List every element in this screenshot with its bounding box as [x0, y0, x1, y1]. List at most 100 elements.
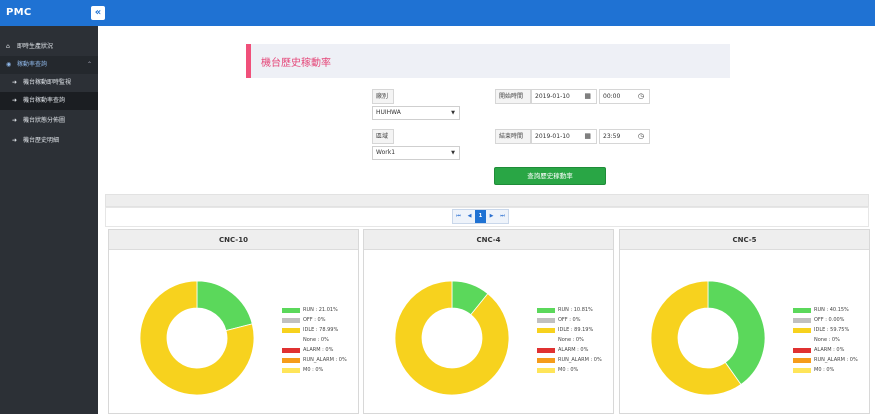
start-time-value: 00:00: [603, 93, 621, 100]
legend-label: None : 0%: [303, 337, 329, 343]
query-history-button[interactable]: 查詢歷史稼動率: [494, 167, 606, 185]
sidebar-group-utilization[interactable]: ◉ 稼動率查詢 ⌃: [0, 56, 98, 74]
legend-item-alarm[interactable]: ALARM : 0%: [282, 346, 347, 356]
signin-icon: ➜: [12, 137, 18, 144]
legend-label: RUN_ALARM : 0%: [303, 357, 347, 363]
legend-label: RUN_ALARM : 0%: [814, 357, 858, 363]
legend-item-run[interactable]: RUN : 21.01%: [282, 306, 347, 316]
chart-legend: RUN : 10.81% OFF : 0% IDLE : 89.19% None : …: [537, 306, 602, 376]
legend-item-run-alarm[interactable]: RUN_ALARM : 0%: [793, 356, 858, 366]
dropdown-arrow-icon: ▼: [451, 150, 455, 156]
results-header-strip: [105, 194, 869, 207]
legend-item-none[interactable]: None : 0%: [282, 336, 347, 346]
legend-label: M0 : 0%: [303, 367, 324, 373]
legend-item-m0[interactable]: M0 : 0%: [282, 366, 347, 376]
legend-swatch: [282, 328, 300, 333]
legend-item-idle[interactable]: IDLE : 78.99%: [282, 326, 347, 336]
legend-label: IDLE : 78.99%: [303, 327, 339, 333]
legend-swatch: [793, 308, 811, 313]
legend-item-off[interactable]: OFF : 0%: [282, 316, 347, 326]
sidebar-item-label: 機台歷史明細: [23, 137, 60, 144]
home-icon: ⌂: [6, 43, 10, 50]
legend-item-idle[interactable]: IDLE : 89.19%: [537, 326, 602, 336]
legend-item-run-alarm[interactable]: RUN_ALARM : 0%: [282, 356, 347, 366]
eye-icon: ◉: [6, 61, 12, 68]
legend-swatch: [282, 348, 300, 353]
sidebar-item-history-detail[interactable]: ➜ 機台歷史明細: [0, 132, 98, 150]
legend-label: IDLE : 59.75%: [814, 327, 850, 333]
slice-idle[interactable]: [394, 280, 510, 396]
dropdown-arrow-icon: ▼: [451, 110, 455, 116]
donut-chart: [394, 280, 510, 396]
signin-icon: ➜: [12, 97, 18, 104]
legend-item-run[interactable]: RUN : 40.15%: [793, 306, 858, 316]
sidebar-item-status-distribution[interactable]: ➜ 機台狀態分佈圖: [0, 112, 98, 130]
legend-swatch: [793, 338, 811, 343]
legend-item-alarm[interactable]: ALARM : 0%: [537, 346, 602, 356]
collapse-sidebar-icon[interactable]: «: [91, 6, 105, 20]
prev-page-icon[interactable]: ◀: [464, 210, 475, 223]
legend-item-off[interactable]: OFF : 0.00%: [793, 316, 858, 326]
legend-item-none[interactable]: None : 0%: [537, 336, 602, 346]
page-number-current[interactable]: 1: [475, 210, 486, 223]
card-title: CNC-4: [364, 230, 613, 250]
calendar-icon[interactable]: ▦: [584, 90, 591, 103]
next-page-icon[interactable]: ▶: [486, 210, 497, 223]
end-time-input[interactable]: 23:59 ◷: [599, 129, 650, 144]
legend-label: ALARM : 0%: [558, 347, 589, 353]
sidebar-item-utilization-query[interactable]: ➜ 機台稼動率查詢: [0, 92, 98, 110]
calendar-icon[interactable]: ▦: [584, 130, 591, 143]
legend-item-m0[interactable]: M0 : 0%: [793, 366, 858, 376]
chevron-up-icon: ⌃: [86, 61, 92, 68]
top-bar: PMC «: [0, 0, 875, 26]
end-time-label: 結束時間: [495, 129, 531, 144]
sidebar-item-realtime-monitor[interactable]: ➜ 機台稼動即時監視: [0, 74, 98, 92]
legend-label: None : 0%: [814, 337, 840, 343]
legend-label: OFF : 0.00%: [814, 317, 845, 323]
start-date-input[interactable]: 2019-01-10 ▦: [531, 89, 597, 104]
start-time-label: 開始時間: [495, 89, 531, 104]
area-select[interactable]: Work1 ▼: [372, 146, 460, 160]
legend-item-idle[interactable]: IDLE : 59.75%: [793, 326, 858, 336]
end-date-value: 2019-01-10: [535, 133, 570, 140]
legend-label: M0 : 0%: [814, 367, 835, 373]
legend-swatch: [282, 358, 300, 363]
start-time-input[interactable]: 00:00 ◷: [599, 89, 650, 104]
factory-select-value: HUIHWA: [376, 109, 401, 116]
slice-run[interactable]: [196, 280, 253, 332]
end-time-value: 23:59: [603, 133, 621, 140]
clock-icon[interactable]: ◷: [638, 130, 644, 143]
last-page-icon[interactable]: ⏭: [497, 210, 508, 223]
legend-item-alarm[interactable]: ALARM : 0%: [793, 346, 858, 356]
legend-swatch: [537, 308, 555, 313]
legend-label: M0 : 0%: [558, 367, 579, 373]
chart-legend: RUN : 21.01% OFF : 0% IDLE : 78.99% None : …: [282, 306, 347, 376]
sidebar-item-label: 稼動率查詢: [17, 61, 48, 68]
legend-item-run-alarm[interactable]: RUN_ALARM : 0%: [537, 356, 602, 366]
donut-chart: [650, 280, 766, 396]
legend-label: RUN : 10.81%: [558, 307, 593, 313]
legend-label: OFF : 0%: [558, 317, 581, 323]
legend-swatch: [537, 368, 555, 373]
legend-item-off[interactable]: OFF : 0%: [537, 316, 602, 326]
legend-swatch: [537, 318, 555, 323]
first-page-icon[interactable]: ⏮: [453, 210, 464, 223]
legend-swatch: [537, 348, 555, 353]
legend-item-m0[interactable]: M0 : 0%: [537, 366, 602, 376]
legend-label: RUN : 21.01%: [303, 307, 338, 313]
legend-swatch: [282, 308, 300, 313]
clock-icon[interactable]: ◷: [638, 90, 644, 103]
card-title: CNC-10: [109, 230, 358, 250]
end-date-input[interactable]: 2019-01-10 ▦: [531, 129, 597, 144]
sidebar-item-realtime-production[interactable]: ⌂ 即時生產狀況: [0, 38, 98, 56]
legend-item-none[interactable]: None : 0%: [793, 336, 858, 346]
legend-item-run[interactable]: RUN : 10.81%: [537, 306, 602, 316]
factory-select[interactable]: HUIHWA ▼: [372, 106, 460, 120]
legend-label: ALARM : 0%: [303, 347, 334, 353]
sidebar-item-label: 機台稼動即時監視: [23, 79, 72, 86]
page-title: 機台歷史稼動率: [261, 58, 331, 69]
machine-card-cnc-10: CNC-10 RUN : 21.01% OFF : 0% IDLE : 78.99%…: [108, 229, 359, 414]
pagination: ⏮ ◀ 1 ▶ ⏭: [452, 209, 509, 224]
legend-label: RUN_ALARM : 0%: [558, 357, 602, 363]
sidebar-item-label: 機台稼動率查詢: [23, 97, 66, 104]
